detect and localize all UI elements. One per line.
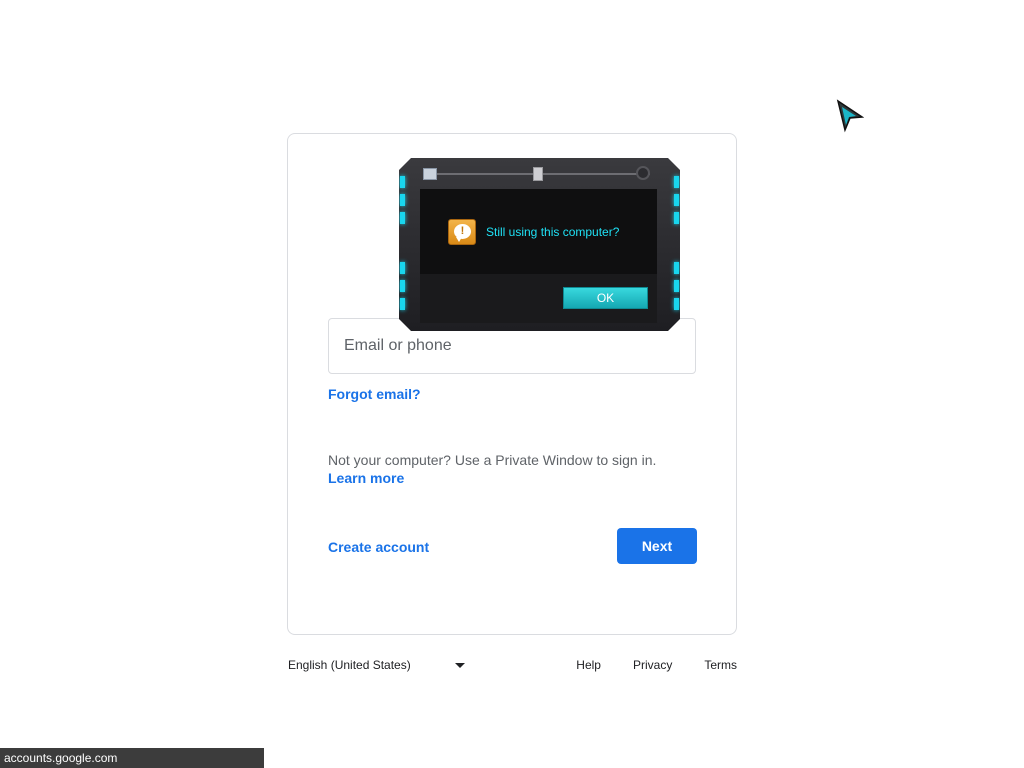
learn-more-link[interactable]: Learn more: [328, 470, 404, 486]
status-url: accounts.google.com: [4, 751, 118, 765]
led-strip-icon: [674, 280, 679, 292]
footer: English (United States) Help Privacy Ter…: [288, 658, 737, 674]
dialog-body: ! Still using this computer?: [420, 189, 657, 274]
mouse-pointer-icon: [836, 99, 864, 133]
led-strip-icon: [400, 298, 405, 310]
status-bar: accounts.google.com: [0, 748, 264, 768]
dropdown-caret-icon[interactable]: [455, 663, 465, 668]
terms-link[interactable]: Terms: [704, 658, 737, 672]
led-strip-icon: [400, 176, 405, 188]
led-strip-icon: [400, 280, 405, 292]
led-strip-icon: [674, 298, 679, 310]
dialog-titlebar[interactable]: [419, 166, 660, 182]
footer-links: Help Privacy Terms: [576, 658, 737, 672]
private-window-note: Not your computer? Use a Private Window …: [328, 452, 657, 468]
drag-grip-icon[interactable]: [533, 167, 543, 181]
language-label: English (United States): [288, 658, 411, 672]
email-input[interactable]: [344, 337, 695, 355]
led-strip-icon: [674, 212, 679, 224]
privacy-link[interactable]: Privacy: [633, 658, 672, 672]
help-link[interactable]: Help: [576, 658, 601, 672]
ok-button[interactable]: OK: [563, 287, 648, 309]
app-window-icon: [423, 168, 437, 180]
led-strip-icon: [674, 176, 679, 188]
led-strip-icon: [400, 262, 405, 274]
dialog-message: Still using this computer?: [486, 225, 620, 239]
language-selector[interactable]: English (United States): [288, 658, 411, 672]
led-strip-icon: [674, 194, 679, 206]
led-strip-icon: [400, 212, 405, 224]
led-strip-icon: [674, 262, 679, 274]
warning-speech-bubble-icon: !: [448, 219, 476, 245]
dialog-footer: OK: [420, 274, 657, 323]
forgot-email-link[interactable]: Forgot email?: [328, 386, 421, 402]
next-button[interactable]: Next: [617, 528, 697, 564]
still-using-dialog: ! Still using this computer? OK: [399, 158, 680, 331]
close-icon[interactable]: [636, 166, 650, 180]
led-strip-icon: [400, 194, 405, 206]
create-account-link[interactable]: Create account: [328, 539, 429, 555]
